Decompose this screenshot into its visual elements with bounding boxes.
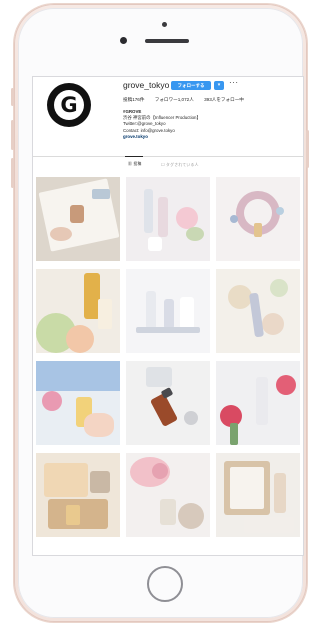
photo-shape — [176, 207, 198, 229]
photo-shape — [230, 467, 264, 509]
photo-shape — [228, 285, 252, 309]
mirror-frame-post[interactable] — [216, 453, 300, 537]
photo-shape — [230, 423, 238, 445]
photo-shape — [148, 237, 162, 251]
photo-shape — [274, 473, 286, 513]
power-button — [306, 130, 309, 168]
profile-username: grove_tokyo — [123, 80, 170, 90]
pink-flowers-post[interactable] — [126, 453, 210, 537]
front-sensor — [162, 22, 167, 27]
bottles-flowers-post[interactable] — [126, 177, 210, 261]
photo-shape — [160, 387, 174, 399]
home-button[interactable] — [147, 566, 183, 602]
tab-tagged[interactable]: ☐ タグされている人 — [161, 162, 199, 168]
photo-shape — [152, 463, 168, 479]
suggested-dropdown-button[interactable]: ▾ — [214, 81, 224, 90]
volume-up-button — [11, 120, 14, 150]
photo-shape — [158, 197, 168, 237]
gold-perfume-post[interactable] — [36, 269, 120, 353]
photo-shape — [42, 391, 62, 411]
avatar[interactable]: G — [47, 83, 91, 127]
avatar-logo: G — [54, 90, 84, 120]
gift-box-post[interactable] — [36, 453, 120, 537]
photo-shape — [70, 205, 84, 223]
photo-shape — [92, 189, 110, 199]
photo-shape — [276, 375, 296, 395]
profile-stats: 投稿176件 フォロワー1,072人 393人をフォロー中 — [123, 97, 253, 103]
follow-button[interactable]: フォローする — [171, 81, 211, 90]
photo-shape — [180, 297, 194, 329]
tab-divider — [33, 156, 303, 157]
photo-shape — [98, 299, 112, 329]
posts-count: 投稿176件 — [123, 97, 145, 102]
amber-bottle-post[interactable] — [126, 361, 210, 445]
photo-shape — [50, 227, 72, 241]
photo-shape — [146, 367, 172, 387]
photo-shape — [66, 325, 94, 353]
photo-shape — [256, 377, 268, 425]
photo-shape — [178, 503, 204, 529]
photo-shape — [36, 361, 120, 391]
photo-shape — [230, 215, 238, 223]
photo-shape — [66, 505, 80, 525]
photo-shape — [276, 207, 284, 215]
photo-shape — [44, 463, 88, 497]
pastel-circles-post[interactable] — [216, 269, 300, 353]
photo-shape — [84, 413, 114, 437]
photo-shape — [186, 227, 204, 241]
active-tab-indicator — [125, 156, 143, 157]
photo-shape — [248, 292, 265, 338]
rose-bottle-post[interactable] — [216, 361, 300, 445]
photo-shape — [164, 299, 174, 329]
followers-count[interactable]: フォロワー1,072人 — [155, 97, 194, 102]
tray-post[interactable] — [36, 177, 120, 261]
hand-perfume-post[interactable] — [36, 361, 120, 445]
photo-shape — [254, 223, 262, 237]
white-bottles-post[interactable] — [126, 269, 210, 353]
photo-shape — [146, 291, 156, 329]
front-camera — [120, 37, 127, 44]
following-count[interactable]: 393人をフォロー中 — [204, 97, 244, 102]
profile-bio: #GROVE 渋谷 神宮前の【Influencer Production】 Tw… — [123, 109, 201, 140]
tab-posts[interactable]: ▦ 投稿 — [128, 162, 142, 167]
instagram-profile-screen: G grove_tokyo フォローする ▾ ··· 投稿176件 フォロワー1… — [33, 77, 303, 555]
photo-shape — [244, 517, 294, 533]
earpiece-speaker — [145, 39, 189, 43]
photo-shape — [136, 327, 200, 333]
website-link[interactable]: grove.tokyo — [123, 134, 201, 140]
photo-shape — [262, 313, 284, 335]
photo-shape — [144, 189, 153, 233]
post-grid — [36, 177, 300, 537]
photo-shape — [90, 471, 110, 493]
volume-down-button — [11, 158, 14, 188]
more-options-button[interactable]: ··· — [229, 78, 239, 87]
photo-shape — [160, 499, 176, 525]
silent-switch — [11, 88, 14, 106]
photo-shape — [270, 279, 288, 297]
heart-petals-post[interactable] — [216, 177, 300, 261]
photo-shape — [184, 411, 198, 425]
